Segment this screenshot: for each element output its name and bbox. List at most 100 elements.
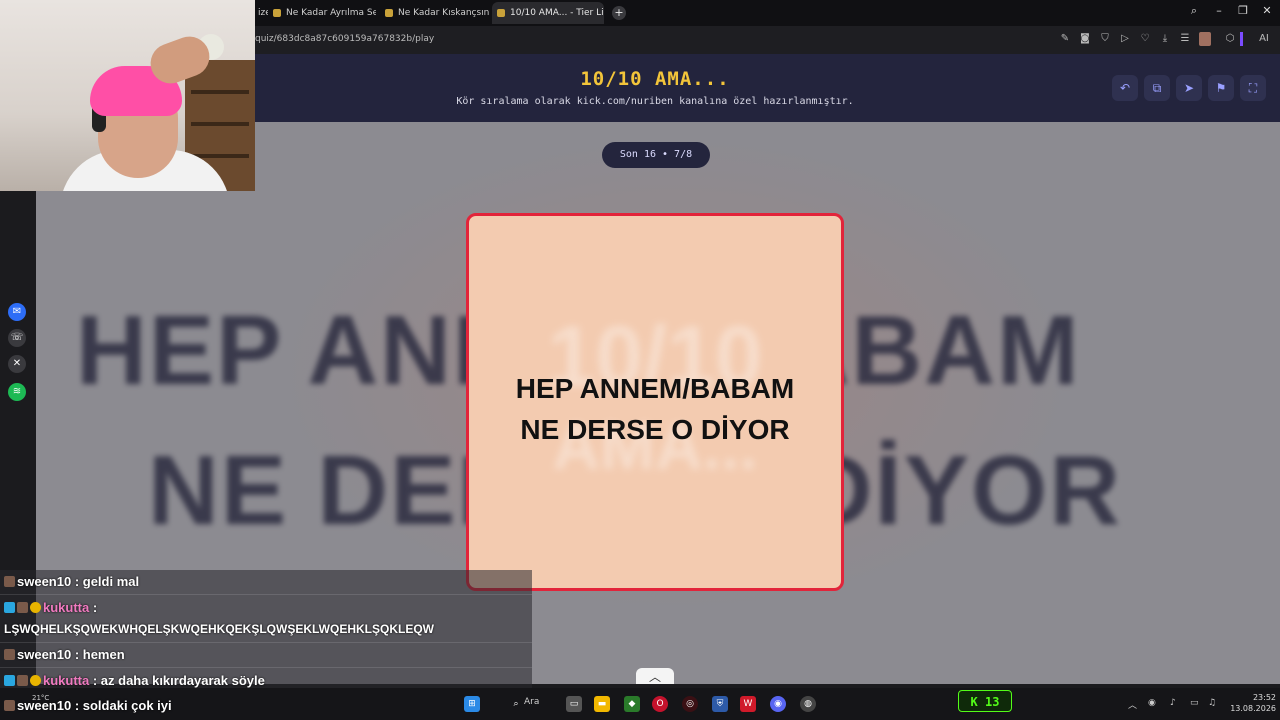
chat-username: sween10: [17, 647, 72, 662]
close-icon[interactable]: ✕: [1259, 4, 1275, 17]
profile-avatar[interactable]: [1199, 32, 1211, 46]
heart-icon[interactable]: ♡: [1139, 33, 1151, 45]
tab-label: Ne Kadar Kıskançsın? #1: [398, 8, 490, 18]
copy-icon[interactable]: ⧉: [1144, 75, 1170, 101]
spotify-icon[interactable]: ≋: [8, 383, 26, 401]
extension-indicator: [1240, 32, 1243, 46]
round-progress-badge: Son 16 • 7/8: [602, 142, 710, 168]
maximize-icon[interactable]: ❐: [1235, 4, 1251, 17]
chat-separator: :: [89, 673, 101, 688]
taskbar-clock[interactable]: 23:52 13.08.2026: [1226, 692, 1276, 714]
sub-badge-icon: [30, 602, 41, 613]
tab-2[interactable]: Ne Kadar Ayrılma Sebebi: [268, 2, 376, 24]
webcam-feed: [0, 0, 255, 191]
clock-time: 23:52: [1252, 693, 1276, 702]
chat-message: sween10 : hemen: [4, 647, 125, 662]
chat-divider: [0, 594, 532, 595]
user-badge-icon: [4, 576, 15, 587]
tab-favicon-icon: [385, 9, 393, 17]
chat-separator: :: [89, 600, 98, 615]
tab-4-active[interactable]: 10/10 AMA... - Tier List, K: [492, 2, 604, 24]
chat-message: kukutta : az daha kıkırdayarak söyle: [4, 673, 265, 688]
scroll-up-button[interactable]: ︿: [636, 668, 674, 684]
user-badge-icon: [4, 700, 15, 711]
chat-text: LŞWQHELKŞQWEKWHQELŞKWQEHKQEKŞLQWŞEKLWQEH…: [4, 622, 434, 636]
tab-favicon-icon: [497, 9, 505, 17]
clock-date: 13.08.2026: [1230, 704, 1276, 713]
chat-divider: [0, 667, 532, 668]
flag-icon[interactable]: ⚑: [1208, 75, 1234, 101]
minimize-icon[interactable]: –: [1211, 4, 1227, 17]
chrome-icon[interactable]: ◍: [800, 696, 816, 712]
chat-username: kukutta: [43, 600, 90, 615]
ai-button[interactable]: AI: [1254, 33, 1274, 45]
tab-favicon-icon: [273, 9, 281, 17]
network-icon[interactable]: ▭: [1190, 698, 1199, 708]
chat-divider: [0, 642, 532, 643]
file-explorer-icon[interactable]: ▬: [594, 696, 610, 712]
sub-badge-icon: [30, 675, 41, 686]
camera-icon[interactable]: ◙: [1079, 33, 1091, 45]
quiz-card[interactable]: 10/10 AMA... HEP ANNEM/BABAM NE DERSE O …: [466, 213, 844, 591]
menu-icon[interactable]: ☰: [1179, 33, 1191, 45]
download-icon[interactable]: ⤓: [1159, 33, 1171, 45]
chat-text: hemen: [82, 647, 125, 662]
fullscreen-icon[interactable]: ⛶: [1240, 75, 1266, 101]
chat-message-continued: LŞWQHELKŞQWEKWHQELŞKWQEHKQEKŞLQWŞEKLWQEH…: [4, 622, 434, 636]
ai-label: AI: [1259, 33, 1269, 44]
play-icon[interactable]: ▷: [1119, 33, 1131, 45]
tab-label: izei: [258, 8, 268, 18]
whatsapp-icon[interactable]: ☏: [8, 329, 26, 347]
chat-username: sween10: [17, 698, 72, 713]
start-icon[interactable]: ⊞: [464, 696, 480, 712]
chat-username: sween10: [17, 574, 72, 589]
extension-icon[interactable]: ⬡: [1224, 33, 1236, 45]
kick-viewer-counter[interactable]: K 13: [958, 690, 1012, 712]
app-icon[interactable]: ◎: [682, 696, 698, 712]
search-icon[interactable]: ⌕: [508, 696, 524, 712]
microphone-icon[interactable]: ♪: [1170, 698, 1176, 708]
card-text: HEP ANNEM/BABAM NE DERSE O DİYOR: [469, 368, 841, 450]
card-text-line-2: NE DERSE O DİYOR: [520, 414, 790, 445]
quiz-title: 10/10 AMA...: [580, 68, 730, 90]
url-text[interactable]: quiz/683dc8a87c609159a767832b/play: [255, 34, 434, 44]
chat-username: kukutta: [43, 673, 90, 688]
opera-icon[interactable]: O: [652, 696, 668, 712]
chat-separator: :: [71, 698, 83, 713]
chat-text: soldaki çok iyi: [82, 698, 172, 713]
taskbar: [0, 688, 1280, 720]
taskbar-search[interactable]: Ara: [524, 697, 539, 707]
x-icon[interactable]: ✕: [8, 355, 26, 373]
discord-icon[interactable]: ◉: [770, 696, 786, 712]
search-icon[interactable]: ⌕: [1186, 4, 1202, 18]
quiz-subtitle: Kör sıralama olarak kick.com/nuriben kan…: [456, 96, 854, 107]
send-icon[interactable]: ➤: [1176, 75, 1202, 101]
undo-icon[interactable]: ↶: [1112, 75, 1138, 101]
chat-text: geldi mal: [82, 574, 140, 589]
nvidia-icon[interactable]: ◆: [624, 696, 640, 712]
chat-message: sween10 : geldi mal: [4, 574, 139, 589]
volume-icon[interactable]: ♫: [1208, 698, 1216, 708]
vip-badge-icon: [4, 602, 15, 613]
chat-message: sween10 : soldaki çok iyi: [4, 698, 172, 713]
tray-app-icon[interactable]: ◉: [1148, 698, 1156, 708]
tab-3[interactable]: Ne Kadar Kıskançsın? #1: [380, 2, 490, 24]
vip-badge-icon: [4, 675, 15, 686]
tab-label: 10/10 AMA... - Tier List, K: [510, 8, 604, 18]
tab-label: Ne Kadar Ayrılma Sebebi: [286, 8, 376, 18]
chat-text: az daha kıkırdayarak söyle: [100, 673, 265, 688]
card-text-line-1: HEP ANNEM/BABAM: [515, 373, 795, 404]
user-badge-icon: [4, 649, 15, 660]
security-icon[interactable]: ⛨: [712, 696, 728, 712]
messenger-icon[interactable]: ✉: [8, 303, 26, 321]
tray-expand-icon[interactable]: ︿: [1128, 698, 1137, 711]
wps-icon[interactable]: W: [740, 696, 756, 712]
chat-separator: :: [71, 647, 83, 662]
user-badge-icon: [17, 675, 28, 686]
new-tab-button[interactable]: +: [612, 6, 626, 20]
user-badge-icon: [17, 602, 28, 613]
edit-icon[interactable]: ✎: [1059, 33, 1071, 45]
task-view-icon[interactable]: ▭: [566, 696, 582, 712]
shield-icon[interactable]: ⛉: [1099, 33, 1111, 45]
quiz-header: 10/10 AMA... Kör sıralama olarak kick.co…: [255, 54, 1280, 122]
